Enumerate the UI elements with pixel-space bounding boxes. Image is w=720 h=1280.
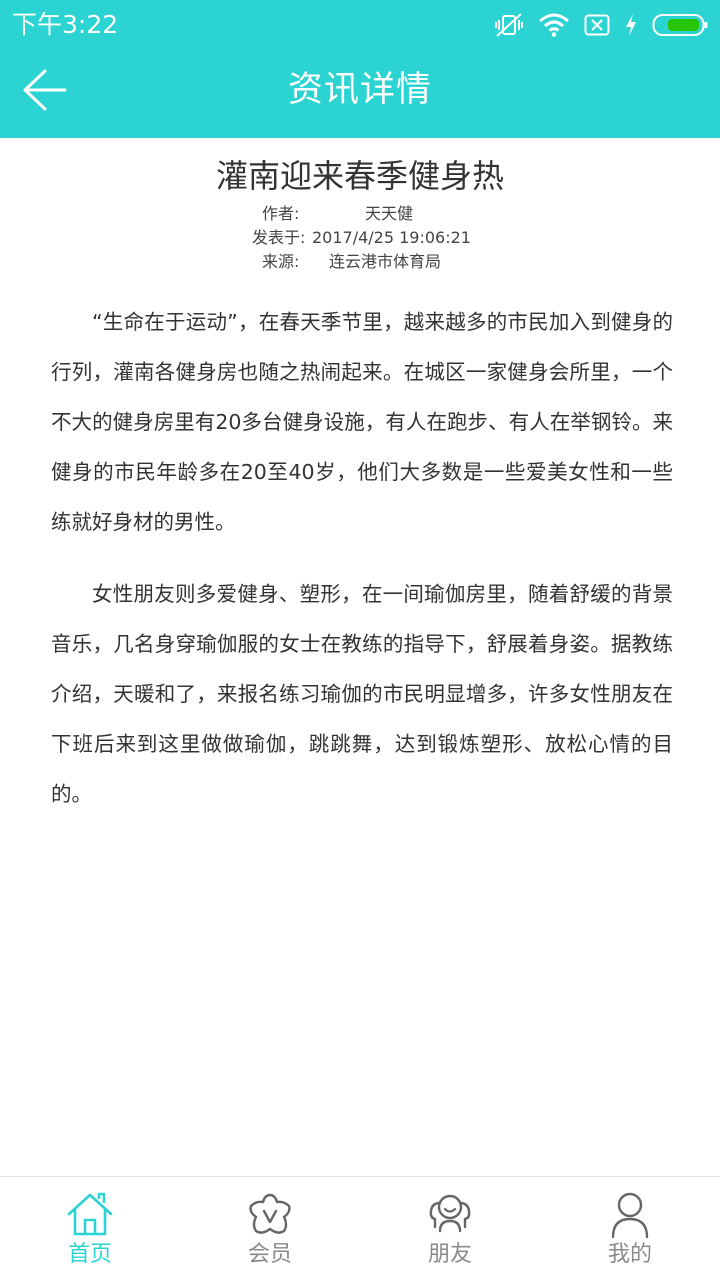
status-icons [494,10,708,40]
nav-item-mine[interactable]: 我的 [540,1177,720,1280]
author-value: 天天健 [365,204,414,223]
date-label: 发表于: [252,228,306,247]
article-content[interactable]: 灌南迎来春季健身热 作者: 天天健 发表于: 2017/4/25 19:06:2… [0,138,720,1176]
user-icon [606,1191,654,1239]
article-paragraph: “生命在于运动”，在春天季节里，越来越多的市民加入到健身的行列，灌南各健身房也随… [51,310,673,534]
nav-label-member: 会员 [247,1242,292,1267]
source-value: 连云港市体育局 [329,252,442,271]
page-title: 资讯详情 [287,70,432,110]
battery-icon [652,13,708,37]
home-icon [66,1191,114,1239]
status-time: 下午3:22 [12,10,119,39]
app-header: 资讯详情 [0,50,720,138]
article-paragraph: 女性朋友则多爱健身、塑形，在一间瑜伽房里，随着舒缓的背景音乐，几名身穿瑜伽服的女… [51,582,673,806]
nav-item-member[interactable]: 会员 [180,1177,360,1280]
no-sim-icon [584,14,610,36]
status-bar: 下午3:22 [0,0,720,50]
nav-label-friends: 朋友 [427,1242,472,1267]
article-title: 灌南迎来春季健身热 [215,157,504,195]
nav-label-home: 首页 [67,1242,112,1267]
article-body: “生命在于运动”，在春天季节里，越来越多的市民加入到健身的行列，灌南各健身房也随… [51,297,673,841]
wifi-icon [538,13,570,37]
bottom-nav: 首页 会员 朋友 我的 [0,1176,720,1280]
date-value: 2017/4/25 19:06:21 [312,228,471,247]
source-label: 来源: [262,252,300,271]
friends-icon [426,1191,474,1239]
nav-item-friends[interactable]: 朋友 [360,1177,540,1280]
star-member-icon [246,1191,294,1239]
charging-icon [624,13,638,37]
nav-item-home[interactable]: 首页 [0,1177,180,1280]
author-label: 作者: [262,204,300,223]
vibrate-off-icon [494,12,524,38]
nav-label-mine: 我的 [607,1242,652,1267]
app-screen: 下午3:22 资讯详情 灌南迎来春季健身热 作者: 天天健 发表于: 2017/… [0,0,720,1280]
